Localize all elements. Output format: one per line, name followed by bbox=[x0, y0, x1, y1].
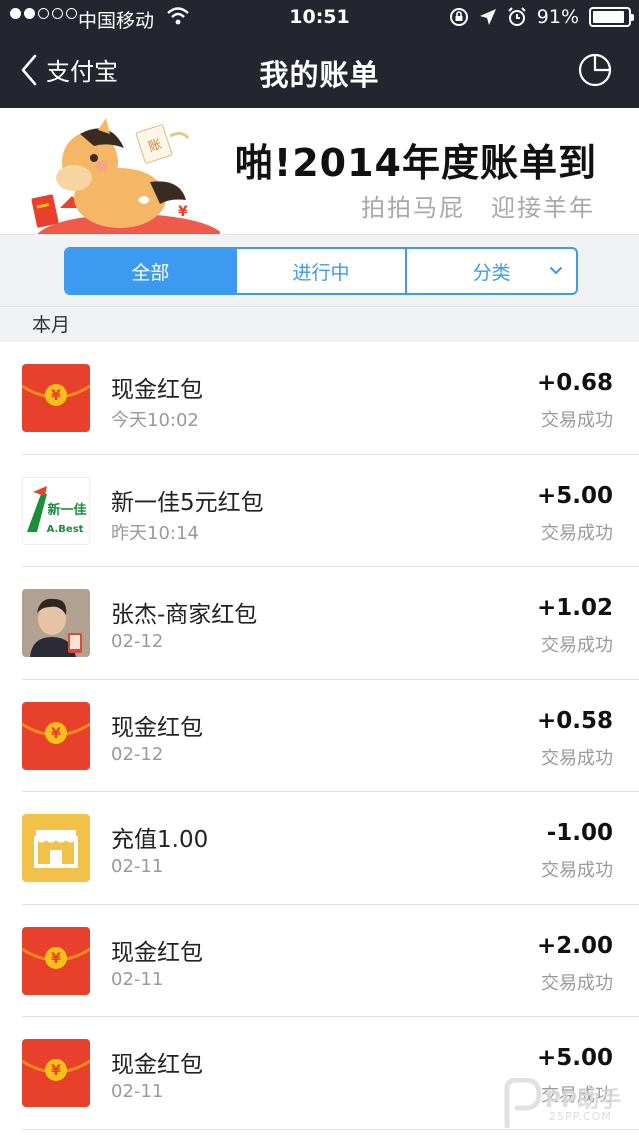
transaction-row[interactable]: 张杰-商家红包 02-12 +1.02 交易成功 bbox=[22, 567, 639, 680]
red-envelope-icon: ¥ bbox=[22, 926, 90, 995]
transaction-date: 02-11 bbox=[111, 1081, 164, 1102]
transaction-date: 今天10:02 bbox=[111, 410, 199, 431]
battery-icon bbox=[589, 7, 634, 27]
transaction-row[interactable]: 充值1.00 02-11 -1.00 交易成功 bbox=[22, 792, 639, 905]
transaction-amount: +1.02 bbox=[536, 595, 613, 621]
battery-percent: 91% bbox=[536, 6, 579, 28]
transaction-name: 现金红包 bbox=[111, 377, 203, 403]
merchant-avatar bbox=[22, 589, 90, 657]
pie-chart-icon[interactable] bbox=[577, 52, 613, 88]
transaction-status: 交易成功 bbox=[541, 860, 613, 881]
pp-assistant-watermark: PP助手 25PP.COM bbox=[499, 1077, 629, 1130]
transaction-status: 交易成功 bbox=[541, 635, 613, 656]
banner-subline: 拍拍马屁 迎接羊年 bbox=[361, 194, 595, 222]
transaction-amount: +0.58 bbox=[536, 707, 613, 734]
svg-text:A.Best: A.Best bbox=[47, 524, 84, 535]
transaction-name: 充值1.00 bbox=[111, 827, 209, 853]
tab-in-progress[interactable]: 进行中 bbox=[237, 249, 408, 293]
location-arrow-icon bbox=[479, 9, 496, 25]
tab-all[interactable]: 全部 bbox=[66, 249, 237, 293]
svg-text:¥: ¥ bbox=[51, 951, 61, 967]
annual-bill-banner[interactable]: 账 ¥ 啪!2014年度账单到 拍拍马屁 迎接羊年 bbox=[0, 108, 639, 234]
status-right: 91% bbox=[449, 6, 634, 28]
transaction-amount: +2.00 bbox=[536, 932, 613, 959]
transaction-date: 02-12 bbox=[111, 631, 164, 652]
horse-mascot-illustration: 账 ¥ bbox=[31, 118, 220, 234]
transaction-status: 交易成功 bbox=[541, 410, 613, 431]
transaction-status: 交易成功 bbox=[541, 747, 613, 769]
page-title: 我的账单 bbox=[259, 58, 380, 92]
svg-text:¥: ¥ bbox=[178, 204, 188, 220]
section-header-this-month: 本月 bbox=[0, 306, 639, 342]
transaction-date: 02-11 bbox=[111, 968, 164, 990]
transaction-name: 张杰-商家红包 bbox=[111, 602, 258, 628]
transaction-name: 现金红包 bbox=[111, 939, 203, 966]
svg-text:¥: ¥ bbox=[51, 726, 61, 742]
transaction-row[interactable]: ¥ 现金红包 02-12 +0.58 交易成功 bbox=[22, 680, 639, 792]
filter-segmented-control: 全部 进行中 分类 bbox=[64, 247, 578, 295]
transaction-list: ¥ 现金红包 今天10:02 +0.68 交易成功 新一佳 A.Best 新一佳5元红包… bbox=[0, 342, 639, 1130]
top-bar: 中国移动 10:51 91% 支付宝 我的账单 bbox=[0, 0, 639, 108]
tab-category-label: 分类 bbox=[472, 261, 511, 284]
chevron-down-icon bbox=[550, 267, 563, 275]
watermark-sub: 25PP.COM bbox=[549, 1110, 612, 1123]
navigation-bar: 支付宝 我的账单 bbox=[0, 36, 639, 108]
transaction-row[interactable]: 新一佳 A.Best 新一佳5元红包昨天10:14 +5.00 交易成功 bbox=[22, 455, 639, 567]
transaction-name: 现金红包 bbox=[111, 1052, 203, 1078]
red-envelope-icon: ¥ bbox=[22, 364, 90, 432]
svg-text:新一佳: 新一佳 bbox=[47, 502, 86, 518]
transaction-date: 昨天10:14 bbox=[111, 522, 199, 544]
status-bar: 中国移动 10:51 91% bbox=[0, 0, 639, 36]
rotation-lock-icon bbox=[449, 8, 468, 26]
transaction-row[interactable]: ¥ 现金红包 02-11 +2.00 交易成功 bbox=[22, 905, 639, 1017]
transaction-amount: +5.00 bbox=[536, 482, 613, 509]
transaction-amount: +0.68 bbox=[536, 370, 613, 396]
transaction-date: 02-11 bbox=[111, 856, 164, 877]
svg-text:¥: ¥ bbox=[51, 1063, 61, 1079]
transaction-date: 02-12 bbox=[111, 743, 164, 765]
svg-text:¥: ¥ bbox=[51, 388, 61, 404]
banner-headline: 啪!2014年度账单到 bbox=[234, 141, 597, 185]
transaction-row[interactable]: ¥ 现金红包今天10:02 +0.68 交易成功 bbox=[22, 342, 639, 455]
transaction-amount: +5.00 bbox=[536, 1045, 613, 1071]
transaction-name: 新一佳5元红包 bbox=[111, 489, 264, 516]
pp-logo-icon bbox=[504, 1077, 542, 1129]
xinyijia-logo: 新一佳 A.Best bbox=[22, 476, 90, 545]
red-envelope-icon: ¥ bbox=[22, 701, 90, 770]
transaction-status: 交易成功 bbox=[541, 972, 613, 994]
red-envelope-icon: ¥ bbox=[22, 1039, 90, 1107]
alarm-icon bbox=[508, 7, 526, 26]
transaction-name: 现金红包 bbox=[111, 714, 203, 741]
transaction-amount: -1.00 bbox=[546, 820, 613, 846]
filter-bar: 全部 进行中 分类 bbox=[0, 234, 639, 306]
tab-category[interactable]: 分类 bbox=[407, 249, 576, 293]
transaction-status: 交易成功 bbox=[541, 522, 613, 544]
shop-icon bbox=[22, 814, 90, 882]
